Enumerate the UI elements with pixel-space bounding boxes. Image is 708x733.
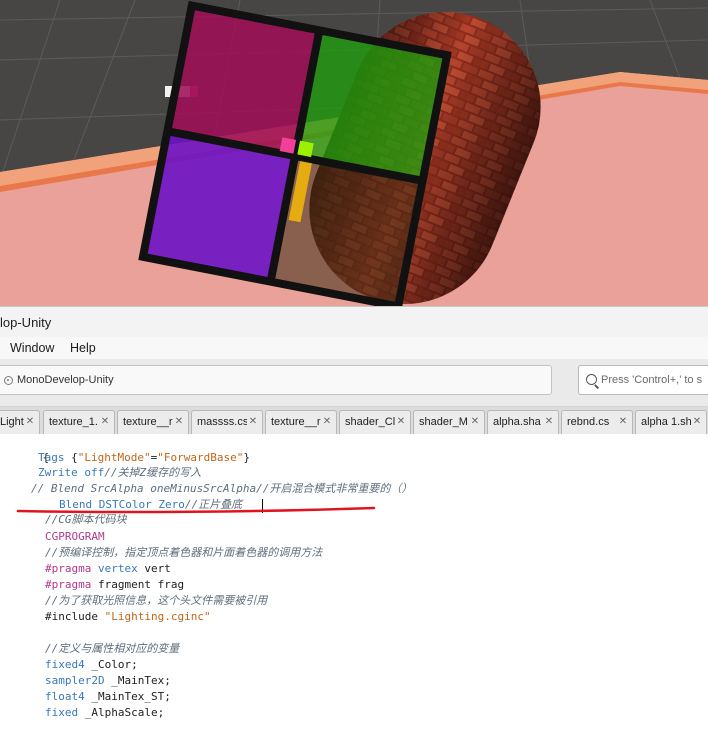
code-line: //定义与属性相对应的变量 — [45, 642, 180, 655]
code-line: Tags {"LightMode"="ForwardBase"} — [38, 451, 250, 464]
tab-label: rebnd.cs — [567, 416, 610, 428]
main-toolbar: MonoDevelop-Unity Press 'Control+,' to s — [0, 359, 708, 407]
status-text: MonoDevelop-Unity — [17, 374, 114, 386]
tab-massss[interactable]: massss.cs ✕ — [191, 410, 263, 434]
search-icon — [586, 374, 597, 385]
close-icon[interactable]: ✕ — [173, 416, 185, 428]
code-line: float4 _MainTex_ST; — [45, 690, 171, 703]
tab-light[interactable]: Light ✕ — [0, 410, 40, 434]
search-placeholder: Press 'Control+,' to s — [601, 374, 703, 386]
code-line: #pragma vertex vert — [45, 562, 171, 575]
window-title: lop-Unity — [0, 315, 52, 330]
tab-label: alpha 1.sh — [641, 416, 692, 428]
code-line: #pragma fragment frag — [45, 578, 185, 591]
code-line: fixed _AlphaScale; — [45, 706, 165, 719]
close-icon[interactable]: ✕ — [543, 416, 555, 428]
close-icon[interactable]: ✕ — [691, 416, 703, 428]
menu-bar: Window Help — [0, 337, 708, 359]
tab-label: massss.cs — [197, 416, 249, 428]
document-tab-strip: Light ✕ texture_1. ✕ texture__r ✕ massss… — [0, 407, 708, 434]
scene-render — [0, 0, 708, 306]
tab-label: shader_M — [419, 416, 468, 428]
close-icon[interactable]: ✕ — [247, 416, 259, 428]
menu-help[interactable]: Help — [70, 341, 96, 355]
code-line: // Blend SrcAlpha oneMinusSrcAlpha//开启混合… — [31, 482, 413, 495]
code-line: sampler2D _MainTex; — [45, 674, 171, 687]
tab-texture-r[interactable]: texture__r ✕ — [117, 410, 189, 434]
scene-viewport[interactable] — [0, 0, 708, 306]
tab-shader-m[interactable]: shader_M ✕ — [413, 410, 485, 434]
tab-alpha-sha[interactable]: alpha.sha ✕ — [487, 410, 559, 434]
tab-rebnd[interactable]: rebnd.cs ✕ — [561, 410, 633, 434]
search-input[interactable]: Press 'Control+,' to s — [578, 365, 708, 395]
tab-texture-r-2[interactable]: texture__r ✕ — [265, 410, 337, 434]
code-line: //为了获取光照信息，这个头文件需要被引用 — [45, 594, 268, 607]
code-line: CGPROGRAM — [45, 530, 105, 543]
close-icon[interactable]: ✕ — [24, 416, 36, 428]
close-icon[interactable]: ✕ — [99, 416, 111, 428]
tab-label: shader_Cl — [345, 416, 396, 428]
tab-texture-1[interactable]: texture_1. ✕ — [43, 410, 115, 434]
code-line: Zwrite off//关掉Z缓存的写入 — [38, 466, 202, 479]
code-line: #include "Lighting.cginc" — [45, 610, 211, 623]
close-icon[interactable]: ✕ — [395, 416, 407, 428]
close-icon[interactable]: ✕ — [617, 416, 629, 428]
tab-label: texture__r — [271, 416, 321, 428]
monodevelop-icon — [4, 376, 13, 385]
tab-label: texture_1. — [49, 416, 98, 428]
code-line: fixed4 _Color; — [45, 658, 138, 671]
red-annotation-underline — [16, 506, 376, 514]
code-line: //预编译控制，指定顶点着色器和片面着色器的调用方法 — [45, 546, 323, 559]
code-editor[interactable]: { Tags {"LightMode"="ForwardBase"} Zwrit… — [0, 434, 708, 733]
tab-label: texture__r — [123, 416, 173, 428]
close-icon[interactable]: ✕ — [321, 416, 333, 428]
tab-label: alpha.sha — [493, 416, 541, 428]
menu-window[interactable]: Window — [10, 341, 54, 355]
tab-label: Light — [0, 416, 24, 428]
close-icon[interactable]: ✕ — [469, 416, 481, 428]
status-area: MonoDevelop-Unity — [0, 365, 552, 395]
window-title-bar[interactable]: lop-Unity — [0, 306, 708, 337]
tab-shader-cl[interactable]: shader_Cl ✕ — [339, 410, 411, 434]
tab-alpha-1[interactable]: alpha 1.sh ✕ — [635, 410, 707, 434]
